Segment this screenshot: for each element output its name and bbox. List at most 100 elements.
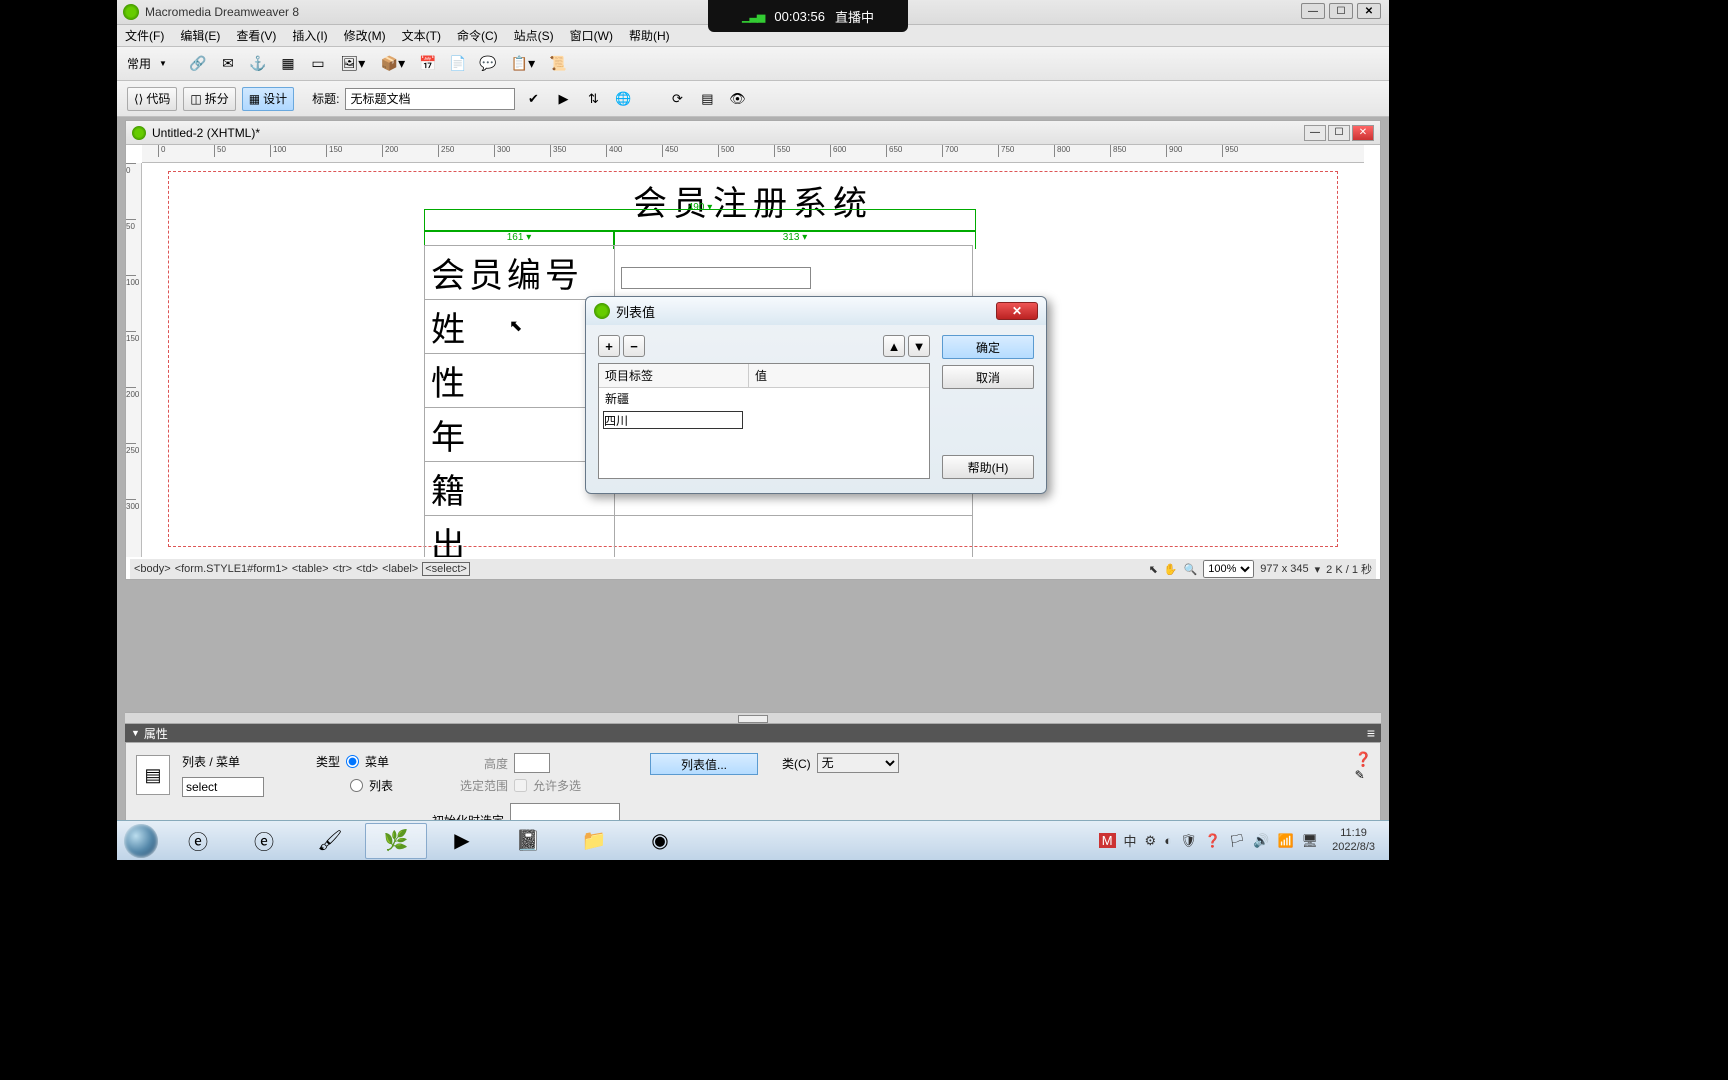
maximize-button[interactable]: ☐: [1329, 3, 1353, 19]
tag-form[interactable]: <form.STYLE1#form1>: [175, 563, 288, 575]
taskbar-recorder-icon[interactable]: ◉: [629, 823, 691, 859]
zoom-tool-icon[interactable]: 🔍: [1184, 563, 1198, 576]
move-down-button[interactable]: ▼: [908, 335, 930, 357]
minimize-button[interactable]: —: [1301, 3, 1325, 19]
script-icon[interactable]: 📜: [545, 51, 571, 77]
tray-battery-icon[interactable]: 🖥: [1302, 833, 1319, 849]
title-label: 标题:: [312, 90, 339, 107]
anchor-icon[interactable]: ⚓: [245, 51, 271, 77]
email-icon[interactable]: ✉: [215, 51, 241, 77]
view-options-icon[interactable]: ▤: [695, 87, 719, 111]
page-title-input[interactable]: [345, 88, 515, 110]
refresh-icon[interactable]: ⟳: [665, 87, 689, 111]
tray-shield-icon[interactable]: 🛡: [1180, 833, 1197, 849]
file-mgmt-icon[interactable]: ⇅: [581, 87, 605, 111]
menu-window[interactable]: 窗口(W): [570, 27, 613, 44]
hyperlink-icon[interactable]: 🔗: [185, 51, 211, 77]
menu-edit[interactable]: 编辑(E): [180, 27, 220, 44]
type-menu-radio[interactable]: [346, 755, 359, 768]
type-list-radio[interactable]: [350, 779, 363, 792]
taskbar-dreamweaver-icon[interactable]: 🌿: [365, 823, 427, 859]
menu-site[interactable]: 站点(S): [514, 27, 554, 44]
comment-icon[interactable]: 💬: [475, 51, 501, 77]
document-tab[interactable]: Untitled-2 (XHTML)*: [152, 126, 260, 140]
doc-minimize-button[interactable]: —: [1304, 125, 1326, 141]
taskbar-paint-icon[interactable]: 🖌: [299, 823, 361, 859]
tag-table[interactable]: <table>: [292, 563, 329, 575]
view-split-button[interactable]: ◫拆分: [183, 87, 235, 111]
div-icon[interactable]: ▭: [305, 51, 331, 77]
list-values-button[interactable]: 列表值...: [650, 753, 758, 775]
close-button[interactable]: ✕: [1357, 3, 1381, 19]
tag-body[interactable]: <body>: [134, 563, 171, 575]
menu-text[interactable]: 文本(T): [402, 27, 441, 44]
taskbar-explorer-icon[interactable]: 📁: [563, 823, 625, 859]
validate-icon[interactable]: ✔: [521, 87, 545, 111]
taskbar-player-icon[interactable]: ▶: [431, 823, 493, 859]
ok-button[interactable]: 确定: [942, 335, 1034, 359]
taskbar-ie-icon[interactable]: ⓔ: [167, 823, 229, 859]
hand-tool-icon[interactable]: ✋: [1164, 563, 1178, 576]
move-up-button[interactable]: ▲: [883, 335, 905, 357]
browser-icon[interactable]: 🌐: [611, 87, 635, 111]
tray-icon[interactable]: ◐: [1164, 833, 1172, 848]
ime-indicator[interactable]: M: [1099, 833, 1116, 848]
quick-tag-icon[interactable]: ✎: [1355, 768, 1372, 782]
class-select[interactable]: 无: [817, 753, 899, 773]
help-icon[interactable]: ❓: [1355, 751, 1372, 768]
remove-item-button[interactable]: −: [623, 335, 645, 357]
start-button[interactable]: [117, 821, 165, 861]
tray-network-icon[interactable]: 📶: [1277, 833, 1293, 849]
taskbar-clock[interactable]: 11:192022/8/3: [1326, 827, 1381, 853]
insert-toolbar: 常用 ▼ 🔗 ✉ ⚓ ▦ ▭ 🖼▾ 📦▾ 📅 📄 💬 📋▾ 📜: [117, 47, 1389, 81]
tray-icon[interactable]: ⚙: [1145, 833, 1157, 849]
menu-insert[interactable]: 插入(I): [292, 27, 327, 44]
panel-resize-handle[interactable]: [125, 712, 1381, 724]
pointer-tool-icon[interactable]: ⬉: [1149, 563, 1158, 576]
dialog-close-button[interactable]: ✕: [996, 302, 1038, 320]
help-button[interactable]: 帮助(H): [942, 455, 1034, 479]
list-values-table[interactable]: 项目标签 值 新疆: [598, 363, 930, 479]
member-id-input[interactable]: [621, 267, 811, 289]
element-name-input[interactable]: [182, 777, 264, 797]
insert-group-label[interactable]: 常用: [127, 55, 151, 72]
tray-flag-icon[interactable]: 🏳: [1229, 833, 1246, 849]
chevron-down-icon[interactable]: ▼: [159, 59, 167, 68]
properties-header[interactable]: ▼ 属性 ≡: [125, 724, 1381, 742]
item-label-input[interactable]: [603, 411, 743, 429]
table-icon[interactable]: ▦: [275, 51, 301, 77]
cancel-button[interactable]: 取消: [942, 365, 1034, 389]
window-size[interactable]: 977 x 345: [1260, 563, 1308, 575]
menu-help[interactable]: 帮助(H): [629, 27, 670, 44]
tray-volume-icon[interactable]: 🔊: [1253, 833, 1269, 849]
date-icon[interactable]: 📅: [415, 51, 441, 77]
collapse-icon[interactable]: ▼: [131, 728, 140, 738]
doc-maximize-button[interactable]: ☐: [1328, 125, 1350, 141]
view-code-button[interactable]: ⟨⟩代码: [127, 87, 177, 111]
image-icon[interactable]: 🖼▾: [335, 51, 371, 77]
menu-file[interactable]: 文件(F): [125, 27, 164, 44]
media-icon[interactable]: 📦▾: [375, 51, 411, 77]
menu-modify[interactable]: 修改(M): [344, 27, 386, 44]
tag-tr[interactable]: <tr>: [333, 563, 353, 575]
tag-select[interactable]: <select>: [422, 562, 470, 576]
tag-label[interactable]: <label>: [382, 563, 418, 575]
head-icon[interactable]: 📋▾: [505, 51, 541, 77]
zoom-select[interactable]: 100%: [1203, 560, 1254, 578]
taskbar-notes-icon[interactable]: 📓: [497, 823, 559, 859]
view-design-button[interactable]: ▦设计: [242, 87, 294, 111]
panel-menu-icon[interactable]: ≡: [1367, 725, 1375, 741]
menu-view[interactable]: 查看(V): [236, 27, 276, 44]
menu-commands[interactable]: 命令(C): [457, 27, 498, 44]
server-icon[interactable]: 📄: [445, 51, 471, 77]
add-item-button[interactable]: +: [598, 335, 620, 357]
horizontal-ruler: 0501001502002503003504004505005506006507…: [142, 145, 1364, 163]
doc-close-button[interactable]: ✕: [1352, 125, 1374, 141]
tag-td[interactable]: <td>: [356, 563, 378, 575]
preview-icon[interactable]: ▶: [551, 87, 575, 111]
ime-lang[interactable]: 中: [1124, 831, 1137, 850]
tray-help-icon[interactable]: ❓: [1205, 833, 1221, 849]
dialog-titlebar[interactable]: 列表值 ✕: [586, 297, 1046, 325]
visual-aids-icon[interactable]: 👁: [725, 87, 749, 111]
taskbar-browser-icon[interactable]: ⓔ: [233, 823, 295, 859]
